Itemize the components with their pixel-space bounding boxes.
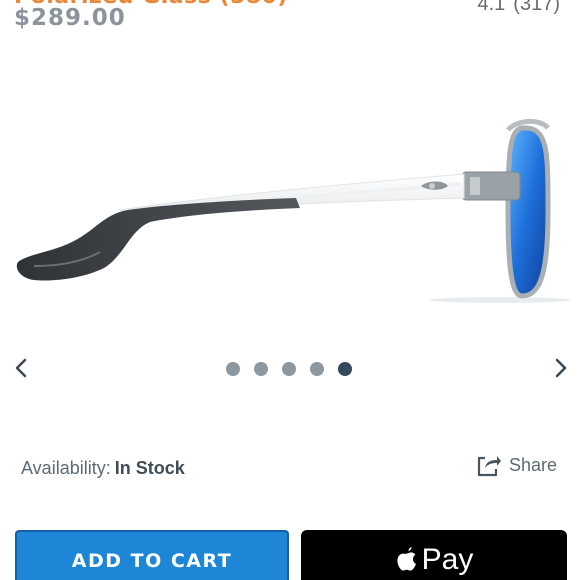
gallery-dot-2[interactable] xyxy=(254,362,268,376)
review-count: (317) xyxy=(513,0,560,15)
gallery-dot-3[interactable] xyxy=(282,362,296,376)
share-arrow-icon xyxy=(477,456,501,477)
availability-label: Availability: xyxy=(21,458,111,478)
gallery-dot-4[interactable] xyxy=(310,362,324,376)
share-label: Share xyxy=(509,454,558,475)
availability-status: Availability: In Stock xyxy=(21,458,185,479)
apple-pay-button[interactable]: Pay xyxy=(301,530,567,580)
gallery-pagination xyxy=(226,362,352,376)
rating-value: 4.1 xyxy=(477,0,506,15)
gallery-dot-1[interactable] xyxy=(226,362,240,376)
chevron-left-icon xyxy=(15,358,27,378)
gallery-dot-5[interactable] xyxy=(338,362,352,376)
previous-image-button[interactable] xyxy=(8,352,36,384)
pay-label: Pay xyxy=(421,543,474,576)
next-image-button[interactable] xyxy=(546,352,574,384)
product-image-gallery[interactable] xyxy=(0,90,580,330)
add-to-cart-button[interactable]: ADD TO CART xyxy=(15,530,289,580)
product-price: $289.00 xyxy=(14,5,126,31)
share-button[interactable]: Share xyxy=(476,452,557,478)
stock-status: In Stock xyxy=(114,458,185,478)
product-rating[interactable]: 4.1 (317) xyxy=(469,0,560,16)
chevron-right-icon xyxy=(555,358,567,378)
apple-logo-icon xyxy=(397,547,416,571)
sunglasses-image xyxy=(16,119,570,303)
product-header: Polarized Glass (580) $289.00 4.1(317) xyxy=(0,0,580,36)
